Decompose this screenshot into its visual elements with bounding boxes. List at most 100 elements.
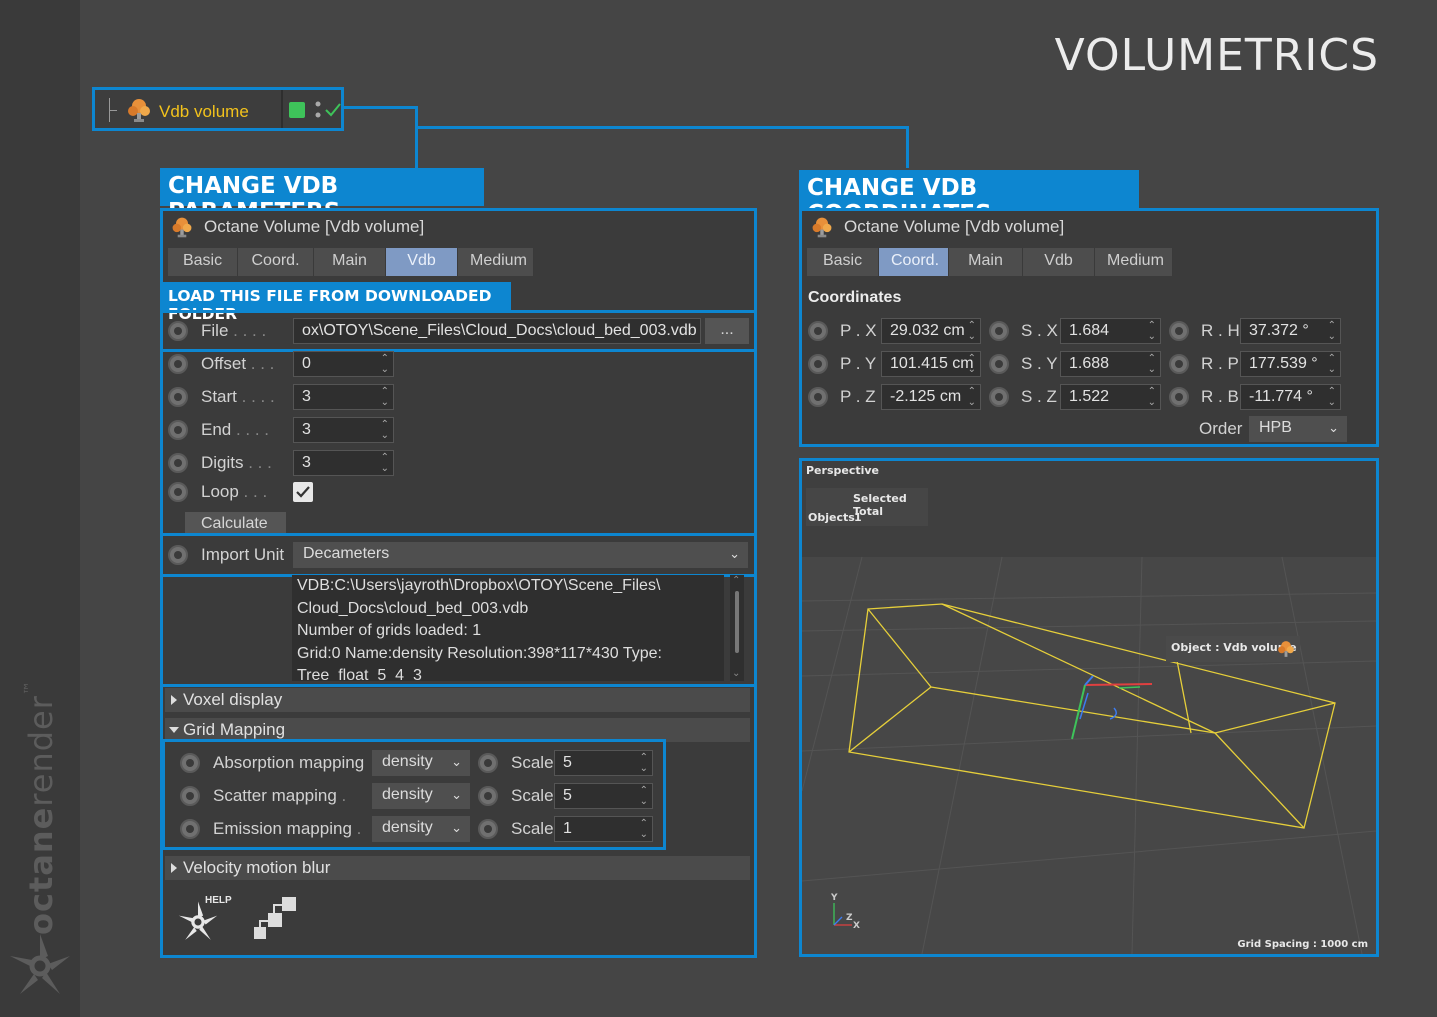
checkmark-icon[interactable] bbox=[324, 102, 342, 118]
help-button[interactable]: HELP bbox=[175, 895, 237, 945]
tab-main[interactable]: Main bbox=[949, 248, 1023, 276]
sz-field[interactable]: 1.522 ⌃ ⌄ bbox=[1060, 384, 1161, 410]
end-label: End . . . . bbox=[201, 420, 270, 439]
rp-label: R . P bbox=[1201, 354, 1239, 373]
sy-animate-toggle[interactable] bbox=[989, 354, 1009, 374]
viewport-3d[interactable]: Perspective Selected Total Objects 1 Obj… bbox=[799, 458, 1379, 957]
axis-z-label: Z bbox=[846, 913, 853, 923]
scatter-scale-toggle[interactable] bbox=[478, 786, 498, 806]
rh-label: R . H bbox=[1201, 321, 1240, 340]
object-title: Octane Volume [Vdb volume] bbox=[844, 217, 1065, 236]
tab-coord[interactable]: Coord. bbox=[238, 248, 314, 276]
tab-main[interactable]: Main bbox=[314, 248, 386, 276]
emission-animate-toggle[interactable] bbox=[180, 819, 200, 839]
voxel-display-section[interactable]: Voxel display bbox=[165, 688, 750, 712]
selection-info-panel: Selected Total Objects 1 bbox=[806, 488, 928, 526]
vdb-volume-node[interactable]: Vdb volume bbox=[92, 87, 344, 131]
velocity-motion-blur-section[interactable]: Velocity motion blur bbox=[165, 856, 750, 880]
absorption-mapping-dropdown[interactable]: density ⌄ bbox=[372, 750, 470, 776]
connector-line bbox=[344, 106, 418, 109]
file-path-field[interactable]: ox\OTOY\Scene_Files\Cloud_Docs\cloud_bed… bbox=[293, 318, 701, 344]
py-animate-toggle[interactable] bbox=[808, 354, 828, 374]
sy-field[interactable]: 1.688 ⌃ ⌄ bbox=[1060, 351, 1161, 377]
absorption-mapping-label: Absorption mapping bbox=[213, 753, 365, 772]
tab-vdb[interactable]: Vdb bbox=[386, 248, 458, 276]
coordinates-label: Coordinates bbox=[808, 289, 902, 306]
node-label: Vdb volume bbox=[159, 102, 249, 121]
sz-animate-toggle[interactable] bbox=[989, 387, 1009, 407]
emission-mapping-label: Emission mapping . bbox=[213, 819, 362, 838]
axis-x-label: X bbox=[853, 921, 860, 931]
connector-line bbox=[415, 126, 909, 129]
scatter-animate-toggle[interactable] bbox=[180, 786, 200, 806]
help-label: HELP bbox=[205, 895, 232, 906]
octane-volume-icon bbox=[172, 217, 192, 238]
py-field[interactable]: 101.415 cm ⌃ ⌄ bbox=[881, 351, 981, 377]
tab-basic[interactable]: Basic bbox=[807, 248, 879, 276]
absorption-animate-toggle[interactable] bbox=[180, 753, 200, 773]
rp-field[interactable]: 177.539 ° ⌃ ⌄ bbox=[1240, 351, 1341, 377]
rp-animate-toggle[interactable] bbox=[1169, 354, 1189, 374]
rh-animate-toggle[interactable] bbox=[1169, 321, 1189, 341]
import-unit-animate-toggle[interactable] bbox=[168, 545, 188, 565]
object-tag: Object : Vdb volume bbox=[1166, 636, 1300, 662]
pz-animate-toggle[interactable] bbox=[808, 387, 828, 407]
info-scrollbar[interactable]: ⌃ ⌄ bbox=[730, 575, 744, 681]
tab-basic[interactable]: Basic bbox=[168, 248, 238, 276]
px-field[interactable]: 29.032 cm ⌃ ⌄ bbox=[881, 318, 981, 344]
vdb-info-box: VDB:C:\Users\jayroth\Dropbox\OTOY\Scene_… bbox=[292, 575, 724, 681]
absorption-scale-toggle[interactable] bbox=[478, 753, 498, 773]
emission-scale-field[interactable]: 1 ⌃ ⌄ bbox=[554, 816, 653, 842]
enabled-indicator[interactable] bbox=[289, 102, 305, 118]
end-animate-toggle[interactable] bbox=[168, 420, 188, 440]
start-label: Start . . . . bbox=[201, 387, 275, 406]
rb-animate-toggle[interactable] bbox=[1169, 387, 1189, 407]
rb-field[interactable]: -11.774 ° ⌃ ⌄ bbox=[1240, 384, 1341, 410]
order-label: Order bbox=[1199, 419, 1243, 438]
tab-medium[interactable]: Medium bbox=[458, 248, 534, 276]
tab-vdb[interactable]: Vdb bbox=[1023, 248, 1095, 276]
file-animate-toggle[interactable] bbox=[168, 321, 188, 341]
sx-animate-toggle[interactable] bbox=[989, 321, 1009, 341]
octane-logo-icon bbox=[10, 934, 70, 994]
scatter-mapping-dropdown[interactable]: density ⌄ bbox=[372, 783, 470, 809]
digits-animate-toggle[interactable] bbox=[168, 453, 188, 473]
import-unit-label: Import Unit bbox=[201, 545, 285, 564]
loop-checkbox[interactable] bbox=[293, 482, 313, 502]
rh-field[interactable]: 37.372 ° ⌃ ⌄ bbox=[1240, 318, 1341, 344]
brand-wordmark: octanerender™ bbox=[22, 680, 60, 935]
absorption-scale-field[interactable]: 5 ⌃ ⌄ bbox=[554, 750, 653, 776]
emission-scale-toggle[interactable] bbox=[478, 819, 498, 839]
start-animate-toggle[interactable] bbox=[168, 387, 188, 407]
vdb-volume-icon bbox=[1278, 641, 1294, 657]
octane-volume-icon bbox=[812, 217, 832, 238]
px-animate-toggle[interactable] bbox=[808, 321, 828, 341]
node-graph-icon[interactable] bbox=[252, 895, 300, 943]
emission-scale-label: Scale bbox=[511, 819, 554, 838]
order-dropdown[interactable]: HPB ⌄ bbox=[1249, 416, 1347, 442]
offset-animate-toggle[interactable] bbox=[168, 354, 188, 374]
import-unit-dropdown[interactable]: Decameters ⌄ bbox=[293, 542, 748, 568]
tab-coord[interactable]: Coord. bbox=[879, 248, 949, 276]
scatter-mapping-label: Scatter mapping . bbox=[213, 786, 347, 805]
scatter-scale-field[interactable]: 5 ⌃ ⌄ bbox=[554, 783, 653, 809]
pz-label: P . Z bbox=[840, 387, 876, 406]
sz-label: S . Z bbox=[1021, 387, 1057, 406]
page-title: VOLUMETRICS bbox=[1054, 30, 1379, 81]
load-file-banner: LOAD THIS FILE FROM DOWNLOADED FOLDER bbox=[160, 282, 511, 323]
right-tabbar: Basic Coord. Main Vdb Medium bbox=[807, 248, 1173, 276]
absorption-scale-label: Scale bbox=[511, 753, 554, 772]
start-field[interactable]: 3 ⌃ ⌄ bbox=[293, 384, 394, 410]
tab-medium[interactable]: Medium bbox=[1095, 248, 1173, 276]
digits-label: Digits . . . bbox=[201, 453, 272, 472]
offset-field[interactable]: 0 ⌃ ⌄ bbox=[293, 351, 394, 377]
digits-field[interactable]: 3 ⌃ ⌄ bbox=[293, 450, 394, 476]
emission-mapping-dropdown[interactable]: density ⌄ bbox=[372, 816, 470, 842]
px-label: P . X bbox=[840, 321, 877, 340]
end-field[interactable]: 3 ⌃ ⌄ bbox=[293, 417, 394, 443]
sx-field[interactable]: 1.684 ⌃ ⌄ bbox=[1060, 318, 1161, 344]
pz-field[interactable]: -2.125 cm ⌃ ⌄ bbox=[881, 384, 981, 410]
viewport-name: Perspective bbox=[806, 464, 880, 477]
loop-animate-toggle[interactable] bbox=[168, 482, 188, 502]
file-browse-button[interactable]: ... bbox=[705, 318, 749, 344]
